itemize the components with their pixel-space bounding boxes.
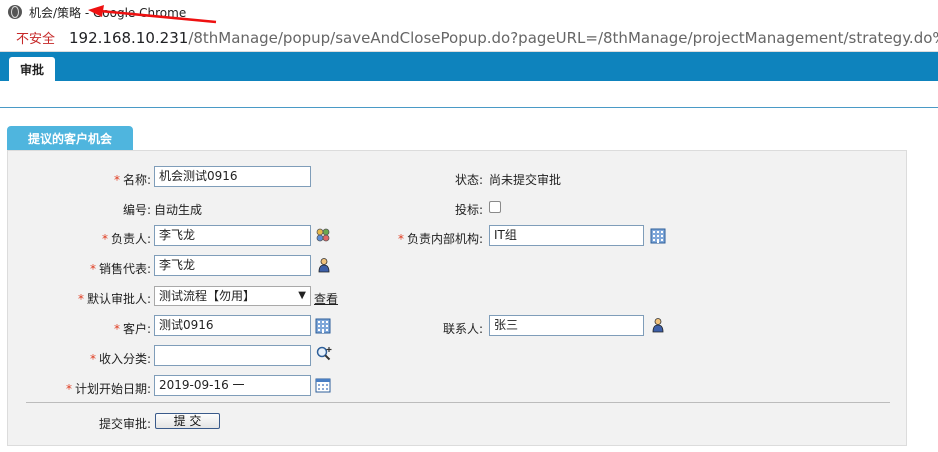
customer-input[interactable]: 测试0916 — [154, 315, 311, 336]
status-label: 状态: — [454, 173, 483, 187]
search-add-icon[interactable] — [316, 346, 332, 362]
approver-label: * 默认审批人: — [77, 292, 151, 306]
bid-checkbox[interactable] — [489, 201, 501, 213]
code-label: 编号: — [122, 203, 151, 217]
section-title: 提议的客户机会 — [7, 126, 133, 150]
owner-input[interactable]: 李飞龙 — [154, 225, 311, 246]
status-value: 尚未提交审批 — [489, 173, 562, 187]
revenue-category-label: * 收入分类: — [89, 352, 151, 366]
user-group-picker-icon[interactable] — [315, 227, 331, 243]
owner-label: * 负责人: — [101, 232, 151, 246]
name-label: * 名称: — [113, 173, 151, 187]
start-date-label: * 计划开始日期: — [65, 382, 151, 396]
sales-rep-input[interactable]: 李飞龙 — [154, 255, 311, 276]
not-secure-label[interactable]: 不安全 — [16, 28, 55, 47]
sales-rep-label: * 销售代表: — [89, 262, 151, 276]
org-picker-icon[interactable] — [650, 228, 666, 244]
revenue-category-input[interactable] — [154, 345, 311, 366]
customer-label: * 客户: — [113, 322, 151, 336]
address-bar[interactable]: 不安全 192.168.10.231/8thManage/popup/saveA… — [0, 24, 938, 52]
contact-label: 联系人: — [442, 322, 483, 336]
header-rule — [0, 107, 938, 108]
approver-select-value: 测试流程【勿用】 — [159, 289, 256, 303]
owner-dept-input[interactable]: IT组 — [489, 225, 644, 246]
form-divider — [26, 402, 890, 403]
globe-icon — [8, 5, 22, 19]
submit-approval-label: 提交审批: — [98, 417, 151, 431]
user-picker-icon[interactable] — [316, 257, 332, 273]
owner-dept-label: * 负责内部机构: — [397, 232, 483, 246]
tab-strip: 审批 — [0, 52, 938, 81]
url-path[interactable]: /8thManage/popup/saveAndClosePopup.do?pa… — [188, 29, 938, 47]
approver-select[interactable]: 测试流程【勿用】 ▼ — [154, 286, 311, 306]
name-input[interactable]: 机会测试0916 — [154, 166, 311, 187]
dropdown-arrow-icon: ▼ — [298, 290, 306, 301]
contact-picker-icon[interactable] — [650, 317, 666, 333]
view-link[interactable]: 查看 — [314, 290, 338, 307]
opportunity-form: * 名称: 机会测试0916 状态: 尚未提交审批 编号: 自动生成 投标: * 负… — [7, 150, 907, 446]
bid-label: 投标: — [454, 203, 483, 217]
contact-input[interactable]: 张三 — [489, 315, 644, 336]
tab-approval[interactable]: 审批 — [9, 57, 55, 81]
start-date-input[interactable]: 2019-09-16 一 — [154, 375, 311, 396]
submit-button[interactable]: 提 交 — [155, 413, 220, 429]
url-host[interactable]: 192.168.10.231 — [69, 29, 188, 47]
code-value: 自动生成 — [154, 203, 203, 217]
red-arrow-annotation — [88, 5, 217, 24]
customer-picker-icon[interactable] — [315, 318, 331, 334]
calendar-icon[interactable] — [315, 377, 331, 393]
